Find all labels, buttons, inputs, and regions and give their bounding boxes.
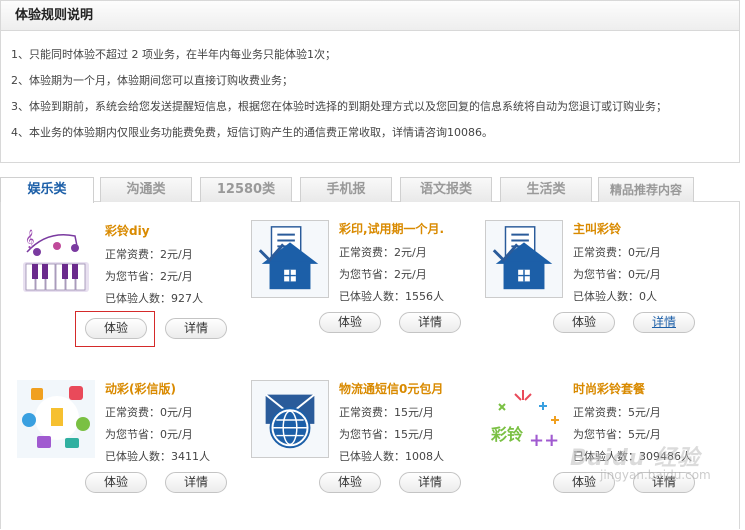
try-button[interactable]: 体验	[319, 472, 381, 493]
savings-label: 为您节省：	[573, 268, 628, 281]
service-title[interactable]: 时尚彩铃套餐	[573, 380, 645, 397]
tab-language-news[interactable]: 语文报类	[400, 177, 492, 202]
service-info: 正常资费：0元/月 为您节省：0元/月 已体验人数：0人	[573, 242, 661, 308]
service-info: 正常资费：15元/月 为您节省：15元/月 已体验人数：1008人	[339, 402, 444, 468]
svg-text:++: ++	[529, 430, 559, 451]
experienced-count: 1556人	[405, 290, 444, 303]
service-title[interactable]: 物流通短信0元包月	[339, 380, 443, 397]
rule-item: 1、只能同时体验不超过 2 项业务，在半年内每业务只能体验1次；	[11, 48, 336, 61]
tab-mobile-news[interactable]: 手机报	[300, 177, 392, 202]
fee-value: 2元/月	[394, 246, 427, 259]
details-button[interactable]: 详情	[165, 318, 227, 339]
service-card: 彩印,试用期一个月. 正常资费：2元/月 为您节省：2元/月 已体验人数：155…	[251, 220, 491, 370]
try-button[interactable]: 体验	[553, 312, 615, 333]
tab-12580[interactable]: 12580类	[200, 177, 292, 202]
tab-entertainment[interactable]: 娱乐类	[0, 177, 94, 203]
fee-label: 正常资费：	[573, 246, 628, 259]
watermark-url: jingyan.baidu.com	[600, 468, 711, 482]
try-button[interactable]: 体验	[85, 472, 147, 493]
experienced-label: 已体验人数：	[339, 450, 405, 463]
fee-label: 正常资费：	[339, 406, 394, 419]
savings-value: 0元/月	[628, 268, 661, 281]
fee-label: 正常资费：	[105, 248, 160, 261]
try-button[interactable]: 体验	[319, 312, 381, 333]
service-card: 动彩(彩信版) 正常资费：0元/月 为您节省：0元/月 已体验人数：3411人 …	[17, 380, 257, 530]
tab-life[interactable]: 生活类	[500, 177, 592, 202]
savings-value: 2元/月	[160, 270, 193, 283]
details-button[interactable]: 详情	[399, 312, 461, 333]
savings-value: 0元/月	[160, 428, 193, 441]
experienced-label: 已体验人数：	[339, 290, 405, 303]
fee-value: 0元/月	[160, 406, 193, 419]
rule-item: 4、本业务的体验期内仅限业务功能费免费，短信订购产生的通信费正常收取，详情请咨询…	[11, 126, 493, 139]
rule-item: 3、体验到期前，系统会给您发送提醒短信息，根据您在体验时选择的到期处理方式以及您…	[11, 100, 667, 113]
savings-value: 15元/月	[394, 428, 434, 441]
fee-value: 2元/月	[160, 248, 193, 261]
service-title[interactable]: 彩铃diy	[105, 222, 150, 239]
service-title[interactable]: 彩印,试用期一个月.	[339, 220, 444, 237]
savings-label: 为您节省：	[105, 428, 160, 441]
service-card: 物流通短信0元包月 正常资费：15元/月 为您节省：15元/月 已体验人数：10…	[251, 380, 491, 530]
envelope-globe-icon	[251, 380, 329, 458]
tab-communication[interactable]: 沟通类	[100, 177, 192, 202]
experienced-count: 927人	[171, 292, 203, 305]
rules-list: 1、只能同时体验不超过 2 项业务，在半年内每业务只能体验1次； 2、体验期为一…	[1, 31, 739, 146]
rules-title: 体验规则说明	[1, 1, 739, 31]
savings-label: 为您节省：	[105, 270, 160, 283]
fireworks-text-icon: 彩铃 ++	[485, 380, 563, 458]
service-info: 正常资费：2元/月 为您节省：2元/月 已体验人数：927人	[105, 244, 203, 310]
savings-value: 2元/月	[394, 268, 427, 281]
fee-label: 正常资费：	[339, 246, 394, 259]
experienced-label: 已体验人数：	[105, 450, 171, 463]
fee-value: 5元/月	[628, 406, 661, 419]
music-notes-piano-icon: 𝄞	[17, 222, 95, 300]
details-button[interactable]: 详情	[165, 472, 227, 493]
fee-label: 正常资费：	[573, 406, 628, 419]
fee-value: 0元/月	[628, 246, 661, 259]
rule-item: 2、体验期为一个月，体验期间您可以直接订购收费业务；	[11, 74, 293, 87]
service-title[interactable]: 主叫彩铃	[573, 220, 621, 237]
service-card: 主叫彩铃 正常资费：0元/月 为您节省：0元/月 已体验人数：0人 体验 详情	[485, 220, 725, 370]
experienced-count: 0人	[639, 290, 657, 303]
savings-label: 为您节省：	[339, 428, 394, 441]
colorful-apps-icon	[17, 380, 95, 458]
experienced-count: 1008人	[405, 450, 444, 463]
experienced-count: 3411人	[171, 450, 210, 463]
category-tabs: 娱乐类 沟通类 12580类 手机报 语文报类 生活类 精品推荐内容	[0, 177, 740, 203]
experienced-label: 已体验人数：	[105, 292, 171, 305]
details-button[interactable]: 详情	[399, 472, 461, 493]
savings-label: 为您节省：	[339, 268, 394, 281]
highlight-box	[75, 311, 155, 347]
details-button[interactable]: 详情	[633, 312, 695, 333]
fee-value: 15元/月	[394, 406, 434, 419]
service-title[interactable]: 动彩(彩信版)	[105, 380, 176, 397]
experienced-label: 已体验人数：	[573, 290, 639, 303]
rules-panel: 体验规则说明 1、只能同时体验不超过 2 项业务，在半年内每业务只能体验1次； …	[0, 0, 740, 163]
tab-featured[interactable]: 精品推荐内容	[598, 177, 694, 202]
svg-text:彩铃: 彩铃	[490, 425, 523, 444]
service-card: 𝄞 彩铃diy 正常资费：2元/月 为您节省：2元/月 已体验人数：927人 体…	[17, 222, 257, 372]
service-info: 正常资费：2元/月 为您节省：2元/月 已体验人数：1556人	[339, 242, 444, 308]
fee-label: 正常资费：	[105, 406, 160, 419]
house-document-icon	[485, 220, 563, 298]
house-document-icon	[251, 220, 329, 298]
service-info: 正常资费：0元/月 为您节省：0元/月 已体验人数：3411人	[105, 402, 210, 468]
svg-text:𝄞: 𝄞	[25, 229, 34, 249]
